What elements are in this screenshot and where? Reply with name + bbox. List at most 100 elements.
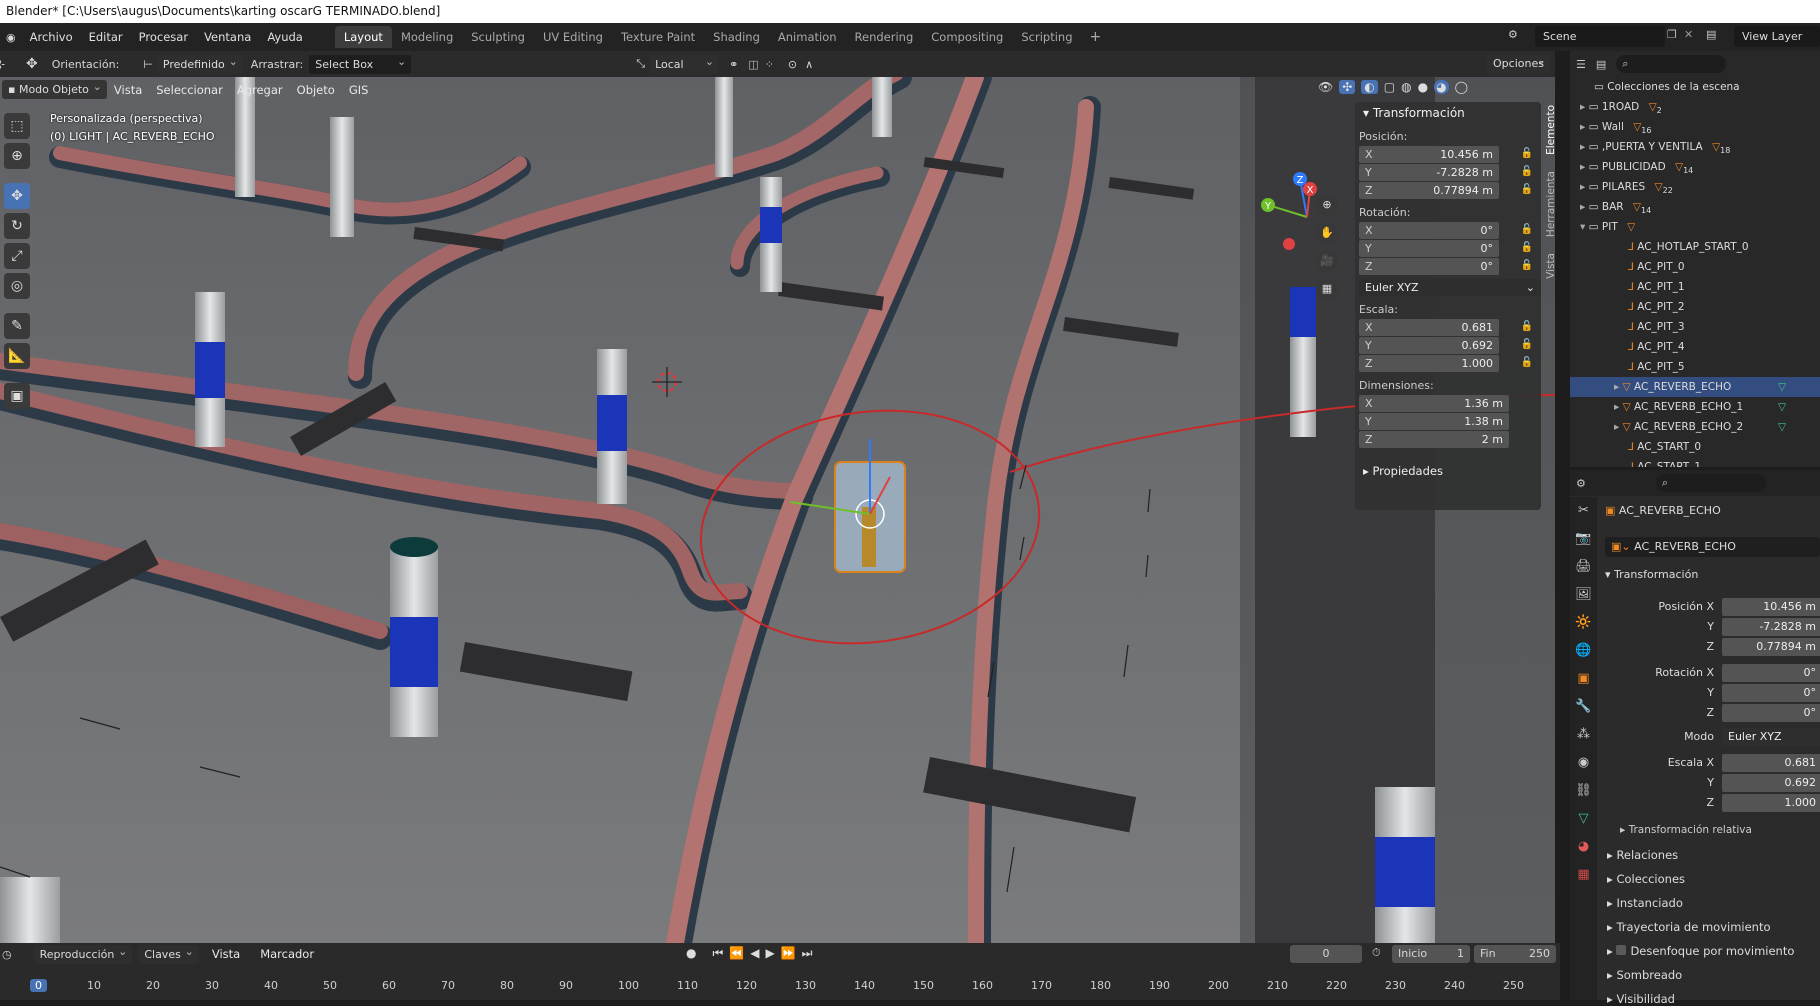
- blender-logo-icon[interactable]: ◉: [0, 31, 22, 44]
- link-icon[interactable]: ⚭: [729, 58, 738, 71]
- expand-chevron-icon[interactable]: ▸: [1580, 101, 1585, 113]
- nav-neg-x-circle[interactable]: [1283, 238, 1295, 250]
- editor-type-icon[interactable]: ☰: [1576, 58, 1586, 71]
- tab-elemento[interactable]: Elemento: [1545, 105, 1557, 155]
- properties-panel-header[interactable]: ▸ Desenfoque por movimiento: [1607, 944, 1794, 958]
- outliner-item[interactable]: ▸ ▽ AC_REVERB_ECHO_2 ▽: [1570, 417, 1820, 437]
- tab-compositing[interactable]: Compositing: [922, 26, 1012, 48]
- outliner-item[interactable]: ⅃ AC_PIT_0: [1570, 257, 1820, 277]
- object-tab-icon[interactable]: ▣: [1570, 665, 1597, 693]
- expand-chevron-icon[interactable]: ▸: [1614, 401, 1619, 413]
- data-tab-icon[interactable]: ▽: [1570, 805, 1597, 833]
- shading-rendered-icon[interactable]: ◯: [1455, 80, 1468, 94]
- tool-measure[interactable]: 📐: [4, 343, 30, 369]
- menu-procesar[interactable]: Procesar: [131, 30, 196, 44]
- collection-row[interactable]: ▸ ▭ BAR ▽14: [1570, 197, 1820, 217]
- outliner-item[interactable]: ⅃ AC_PIT_1: [1570, 277, 1820, 297]
- row-value[interactable]: -7.2828 m: [1722, 618, 1820, 636]
- tool-cursor[interactable]: ⊕: [4, 143, 30, 169]
- properties-panel-header[interactable]: ▸ Instanciado: [1607, 896, 1683, 910]
- viewport-menu-objeto[interactable]: Objeto: [290, 83, 342, 97]
- tab-herramienta[interactable]: Herramienta: [1545, 171, 1557, 237]
- collection-row[interactable]: ▸ ▭ PILARES ▽22: [1570, 177, 1820, 197]
- tool-scale[interactable]: ⤢: [4, 243, 30, 269]
- properties-panel-header[interactable]: ▸ Propiedades: [1355, 460, 1541, 482]
- outliner-item[interactable]: ▸ ▽ AC_REVERB_ECHO ▽: [1570, 377, 1820, 397]
- tab-texture-paint[interactable]: Texture Paint: [612, 26, 704, 48]
- tab-scripting[interactable]: Scripting: [1012, 26, 1081, 48]
- rotation-z-field[interactable]: Z 0°: [1359, 258, 1499, 275]
- view-layer-icon[interactable]: ▤: [1706, 28, 1716, 41]
- visibility-eye-icon[interactable]: 👁: [1318, 80, 1333, 94]
- menu-editar[interactable]: Editar: [81, 30, 131, 44]
- tab-layout[interactable]: Layout: [334, 26, 392, 48]
- rotation-mode-dropdown[interactable]: Euler XYZ ⌄: [1359, 279, 1541, 296]
- dimension-x-field[interactable]: X 1.36 m: [1359, 395, 1509, 412]
- object-datablock-field[interactable]: ▣⌄ AC_REVERB_ECHO: [1605, 537, 1820, 557]
- lock-icon[interactable]: 🔓: [1521, 224, 1533, 235]
- pivot-dropdown[interactable]: Local: [649, 52, 720, 74]
- row-value[interactable]: 0.77894 m: [1722, 638, 1820, 656]
- transform-gizmo-icon[interactable]: ✥: [26, 56, 38, 72]
- properties-search[interactable]: ⌕: [1655, 474, 1766, 492]
- add-workspace-icon[interactable]: +: [1082, 29, 1110, 45]
- object-name-row[interactable]: ▣ AC_REVERB_ECHO: [1605, 501, 1721, 521]
- tab-shading[interactable]: Shading: [704, 26, 769, 48]
- checkbox[interactable]: [1616, 945, 1627, 955]
- outliner-item[interactable]: ▸ ▽ AC_REVERB_ECHO_1 ▽: [1570, 397, 1820, 417]
- location-y-field[interactable]: Y -7.2828 m: [1359, 164, 1499, 181]
- row-value[interactable]: 1.000: [1722, 794, 1820, 812]
- expand-chevron-icon[interactable]: ▸: [1580, 141, 1585, 153]
- scale-y-field[interactable]: Y 0.692: [1359, 337, 1499, 354]
- row-value[interactable]: 0°: [1722, 704, 1820, 722]
- particles-tab-icon[interactable]: ⁂: [1570, 721, 1597, 749]
- options-dropdown[interactable]: Opciones: [1487, 51, 1551, 73]
- physics-tab-icon[interactable]: ◉: [1570, 749, 1597, 777]
- properties-panel-header[interactable]: ▸ Trayectoria de movimiento: [1607, 920, 1771, 934]
- expand-chevron-icon[interactable]: ▾: [1580, 221, 1585, 233]
- relative-transform-header[interactable]: ▸ Transformación relativa: [1620, 824, 1752, 836]
- transform-panel-header[interactable]: ▾ Transformación: [1355, 102, 1541, 124]
- view-layer-selector[interactable]: View Layer: [1734, 26, 1820, 47]
- tool-transform[interactable]: ◎: [4, 273, 30, 299]
- scene-selector[interactable]: Scene: [1535, 26, 1665, 47]
- xray-icon[interactable]: ▢: [1384, 80, 1395, 94]
- snap-icon[interactable]: ◫: [748, 58, 758, 71]
- dimension-z-field[interactable]: Z 2 m: [1359, 431, 1509, 448]
- lock-icon[interactable]: 🔓: [1521, 339, 1533, 350]
- row-value[interactable]: 10.456 m: [1722, 598, 1820, 616]
- orientation-dropdown[interactable]: Predefinido: [156, 52, 243, 74]
- tool-add-cube[interactable]: ▣: [4, 383, 30, 409]
- rotation-x-field[interactable]: X 0°: [1359, 222, 1499, 239]
- lock-icon[interactable]: 🔓: [1521, 321, 1533, 332]
- zoom-icon[interactable]: ⊕: [1316, 194, 1338, 216]
- properties-panel-header[interactable]: ▸ Sombreado: [1607, 968, 1682, 982]
- tab-vista[interactable]: Vista: [1545, 253, 1557, 279]
- tab-sculpting[interactable]: Sculpting: [462, 26, 534, 48]
- outliner-item[interactable]: ⅃ AC_PIT_5: [1570, 357, 1820, 377]
- tab-rendering[interactable]: Rendering: [846, 26, 923, 48]
- falloff-icon[interactable]: ∧: [805, 58, 813, 71]
- properties-panel-header[interactable]: ▸ Colecciones: [1607, 872, 1685, 886]
- drag-dropdown[interactable]: Select Box: [309, 52, 412, 74]
- world-tab-icon[interactable]: 🌐: [1570, 637, 1597, 665]
- menu-ventana[interactable]: Ventana: [196, 30, 259, 44]
- expand-chevron-icon[interactable]: ▸: [1580, 121, 1585, 133]
- render-tab-icon[interactable]: 📷: [1570, 525, 1597, 553]
- row-value[interactable]: 0°: [1722, 664, 1820, 682]
- transform-section-header[interactable]: ▾ Transformación: [1605, 568, 1698, 581]
- dimension-y-field[interactable]: Y 1.38 m: [1359, 413, 1509, 430]
- view-layer-tab-icon[interactable]: 🖼: [1570, 581, 1597, 609]
- ortho-grid-icon[interactable]: ▦: [1316, 278, 1338, 300]
- select-tool-icon[interactable]: ⊹: [0, 58, 10, 71]
- expand-chevron-icon[interactable]: ▸: [1614, 421, 1619, 433]
- modifier-tab-icon[interactable]: 🔧: [1570, 693, 1597, 721]
- expand-chevron-icon[interactable]: ▸: [1580, 201, 1585, 213]
- shading-material-icon[interactable]: ◕: [1434, 80, 1449, 94]
- row-value[interactable]: Euler XYZ: [1722, 728, 1820, 746]
- overlay-toggle-icon[interactable]: ◐: [1361, 80, 1378, 94]
- properties-panel-header[interactable]: ▸ Visibilidad: [1607, 992, 1675, 1006]
- display-mode-icon[interactable]: ▤: [1596, 58, 1606, 71]
- scene-tab-icon[interactable]: 🔆: [1570, 609, 1597, 637]
- viewport-menu-seleccionar[interactable]: Seleccionar: [149, 83, 230, 97]
